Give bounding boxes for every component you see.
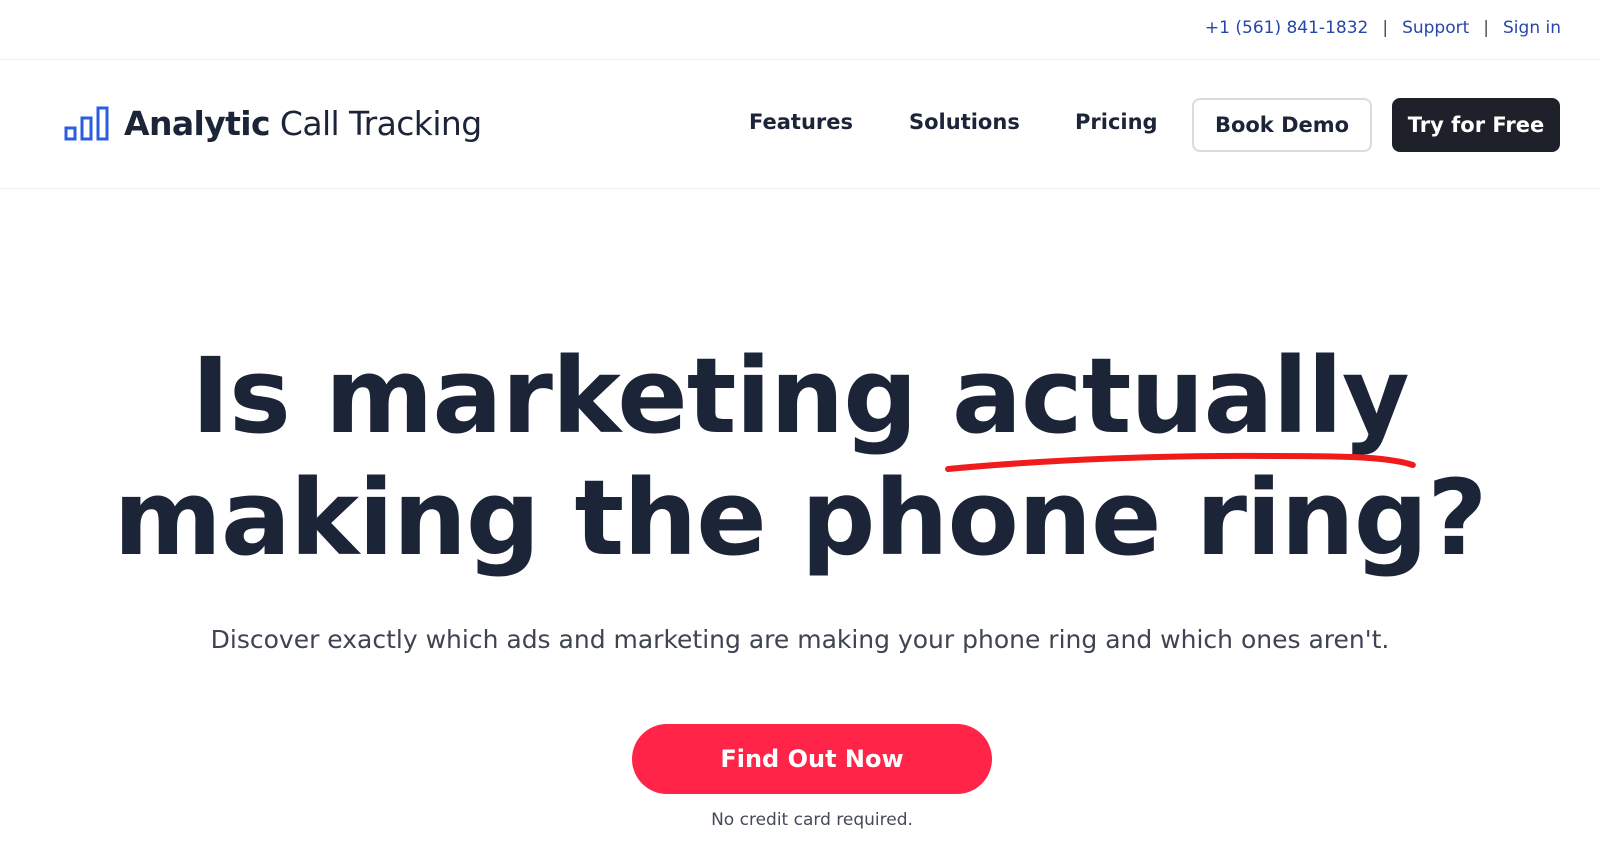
highlight-word: actually [951, 335, 1410, 457]
nav-solutions[interactable]: Solutions [909, 110, 1020, 134]
bar-chart-icon [64, 106, 109, 140]
try-for-free-button[interactable]: Try for Free [1392, 98, 1560, 152]
hero-title-line-1: Is marketing actually [0, 335, 1600, 472]
book-demo-button[interactable]: Book Demo [1192, 98, 1372, 152]
logo-light: Call Tracking [279, 104, 482, 143]
hero-subtitle: Discover exactly which ads and marketing… [210, 625, 1390, 654]
utility-links: +1 (561) 841-1832 | Support | Sign in [1205, 18, 1561, 38]
find-out-now-button[interactable]: Find Out Now [632, 724, 992, 794]
hero-title: Is marketing actually making the phone r… [0, 335, 1600, 579]
main-navbar: Analytic Call Tracking Features Solution… [0, 60, 1600, 189]
sign-in-link[interactable]: Sign in [1503, 18, 1561, 38]
nav-features[interactable]: Features [749, 110, 853, 134]
separator: | [1483, 18, 1490, 38]
no-credit-card-note: No credit card required. [711, 810, 913, 830]
phone-link[interactable]: +1 (561) 841-1832 [1205, 18, 1368, 38]
hero-title-part-1: Is marketing [191, 335, 917, 457]
support-link[interactable]: Support [1402, 18, 1469, 38]
logo-text: Analytic Call Tracking [124, 104, 482, 143]
top-utility-bar: +1 (561) 841-1832 | Support | Sign in [0, 0, 1600, 60]
hero-title-highlight: actually [944, 335, 1416, 472]
logo-bold: Analytic [124, 104, 271, 143]
logo[interactable]: Analytic Call Tracking [64, 104, 482, 143]
separator: | [1382, 18, 1389, 38]
nav-pricing[interactable]: Pricing [1075, 110, 1158, 134]
red-underline-stroke [944, 452, 1416, 472]
